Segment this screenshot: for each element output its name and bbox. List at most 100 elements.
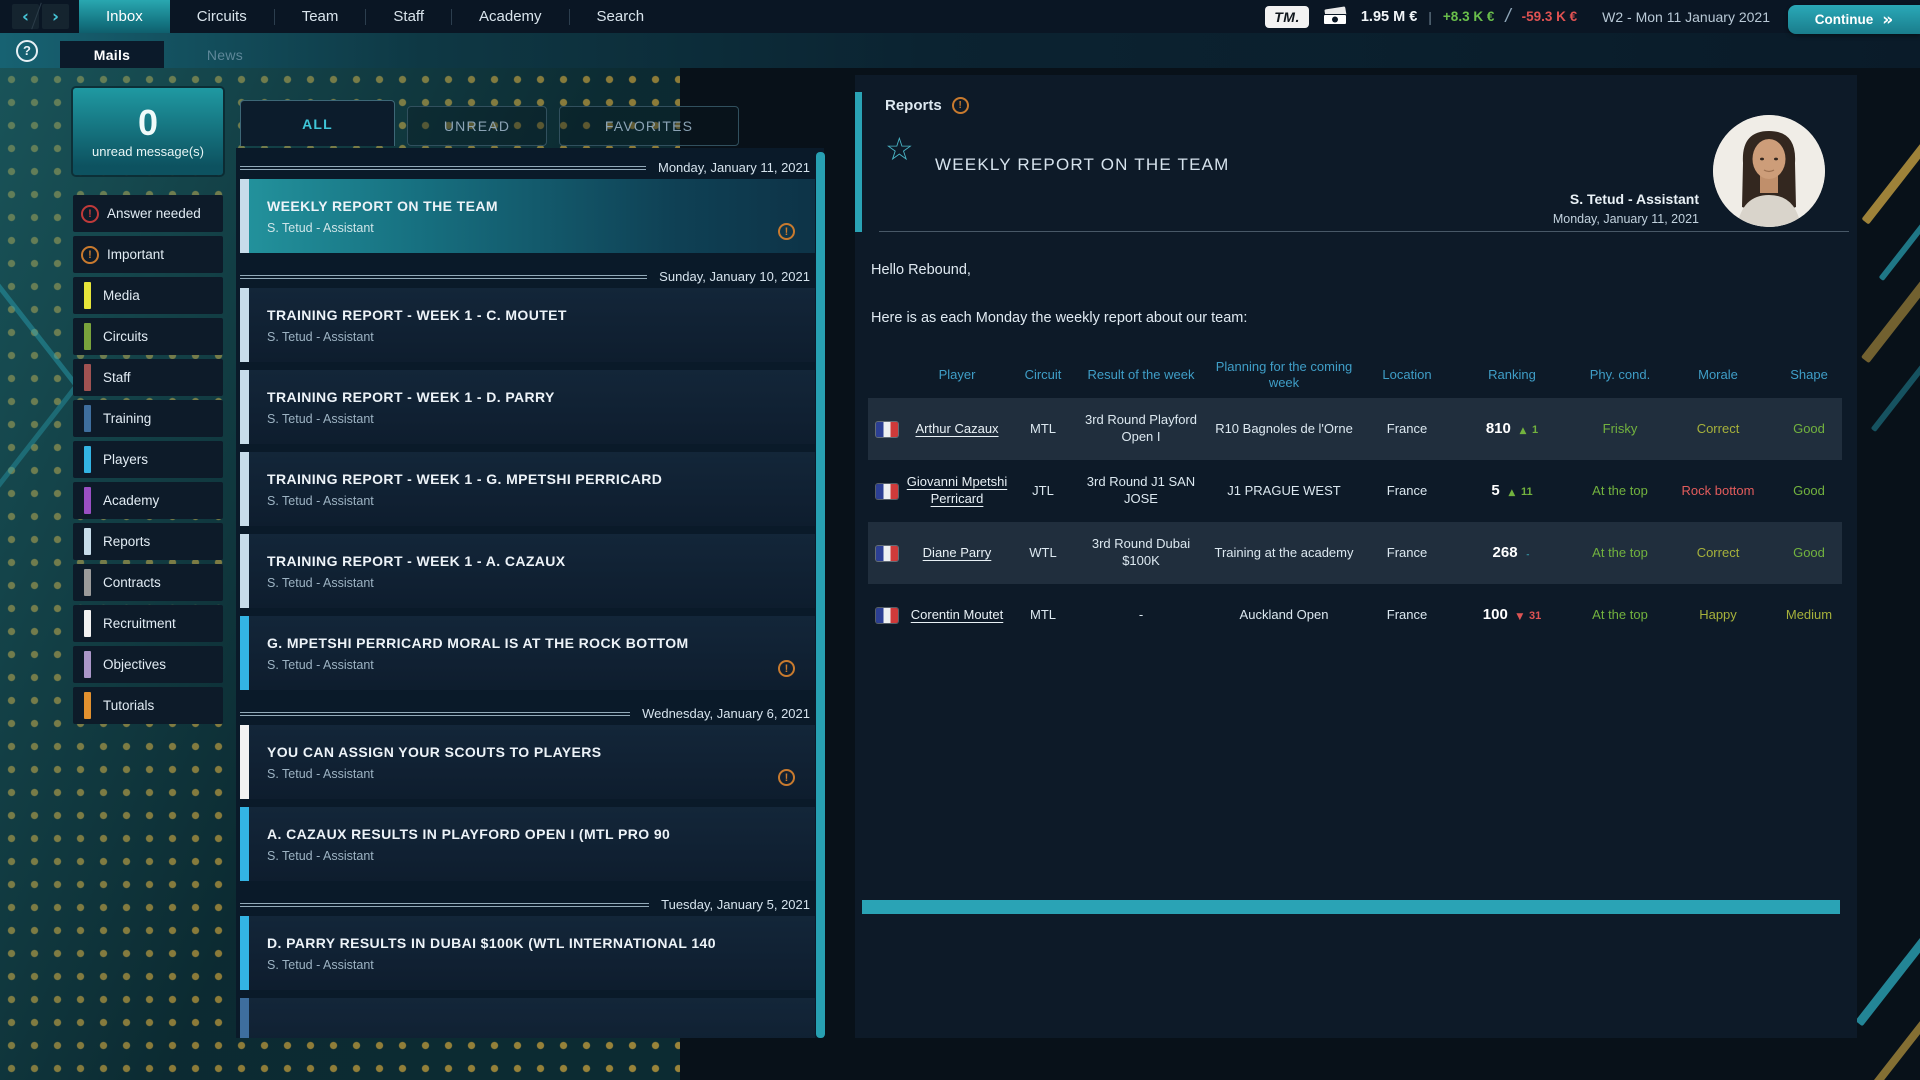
divider-date: Wednesday, January 6, 2021 bbox=[642, 706, 810, 721]
mail-title: TRAINING REPORT - WEEK 1 - D. PARRY bbox=[267, 389, 555, 405]
category-objectives[interactable]: Objectives bbox=[73, 646, 223, 683]
col-header-planning: Planning for the coming week bbox=[1208, 359, 1360, 392]
top-bar: ‹ › Inbox Circuits Team Staff Academy Se… bbox=[0, 0, 1920, 33]
tab-team[interactable]: Team bbox=[275, 0, 366, 33]
tab-academy[interactable]: Academy bbox=[452, 0, 569, 33]
tab-mails[interactable]: Mails bbox=[60, 41, 164, 68]
mail-body: D. PARRY RESULTS IN DUBAI $100K (WTL INT… bbox=[240, 935, 716, 972]
category-contracts[interactable]: Contracts bbox=[73, 564, 223, 601]
mail-item[interactable]: TRAINING REPORT - WEEK 1 - C. MOUTET S. … bbox=[240, 288, 815, 362]
category-label: Training bbox=[103, 411, 151, 426]
table-header-row: Player Circuit Result of the week Planni… bbox=[868, 352, 1842, 398]
player-link[interactable]: Giovanni Mpetshi Perricard bbox=[907, 474, 1007, 506]
tab-circuits[interactable]: Circuits bbox=[170, 0, 274, 33]
rank-change-icon: ▼ bbox=[1516, 612, 1523, 622]
tab-all[interactable]: ALL bbox=[240, 100, 395, 146]
mail-body: TRAINING REPORT - WEEK 1 - C. MOUTET S. … bbox=[240, 307, 567, 344]
player-link[interactable]: Arthur Cazaux bbox=[915, 421, 998, 436]
category-color-bar bbox=[84, 323, 91, 350]
mail-category-bar bbox=[240, 916, 249, 990]
mail-item[interactable]: WEEKLY REPORT ON THE TEAM S. Tetud - Ass… bbox=[240, 179, 815, 253]
help-icon[interactable]: ? bbox=[16, 40, 38, 62]
rank-change-icon: ▲ bbox=[1519, 426, 1526, 436]
category-color-bar bbox=[84, 282, 91, 309]
history-nav: ‹ › bbox=[0, 0, 79, 33]
category-circuits[interactable]: Circuits bbox=[73, 318, 223, 355]
rank-change-value: 1 bbox=[1532, 424, 1538, 436]
flag-cell bbox=[868, 416, 902, 443]
tab-unread[interactable]: UNREAD bbox=[407, 106, 547, 146]
mail-body: G. MPETSHI PERRICARD MORAL IS AT THE ROC… bbox=[240, 635, 689, 672]
mail-item[interactable]: TRAINING REPORT - WEEK 1 - G. MPETSHI PE… bbox=[240, 452, 815, 526]
category-players[interactable]: Players bbox=[73, 441, 223, 478]
game-date: W2 - Mon 11 January 2021 bbox=[1602, 9, 1770, 25]
table-row: Diane Parry WTL 3rd Round Dubai $100K Tr… bbox=[868, 522, 1842, 584]
col-header-location: Location bbox=[1360, 367, 1454, 383]
panel-accent-bar bbox=[855, 92, 862, 232]
mail-body: WEEKLY REPORT ON THE TEAM S. Tetud - Ass… bbox=[240, 198, 498, 235]
mail-body: YOU CAN ASSIGN YOUR SCOUTS TO PLAYERS S.… bbox=[240, 744, 602, 781]
planning-cell: R10 Bagnoles de l'Orne bbox=[1208, 415, 1360, 444]
category-tutorials[interactable]: Tutorials bbox=[73, 687, 223, 724]
player-link[interactable]: Diane Parry bbox=[923, 545, 992, 560]
category-staff[interactable]: Staff bbox=[73, 359, 223, 396]
circuit-cell: JTL bbox=[1012, 477, 1074, 506]
report-title: WEEKLY REPORT ON THE TEAM bbox=[935, 155, 1230, 175]
planning-cell: Training at the academy bbox=[1208, 539, 1360, 568]
result-cell: 3rd Round Playford Open I bbox=[1074, 406, 1208, 452]
alert-icon: ! bbox=[81, 246, 99, 264]
category-label: Objectives bbox=[103, 657, 166, 672]
mail-item[interactable]: A. CAZAUX RESULTS IN PLAYFORD OPEN I (MT… bbox=[240, 807, 815, 881]
mail-body: A. CAZAUX RESULTS IN PLAYFORD OPEN I (MT… bbox=[240, 826, 670, 863]
tab-search[interactable]: Search bbox=[570, 0, 672, 33]
category-label: Media bbox=[103, 288, 140, 303]
date-divider: Tuesday, January 5, 2021 bbox=[240, 897, 815, 912]
tab-news[interactable]: News bbox=[164, 41, 286, 68]
tab-favorites[interactable]: FAVORITES bbox=[559, 106, 739, 146]
favorite-star-icon[interactable]: ☆ bbox=[885, 133, 914, 165]
ranking-cell: 268 - bbox=[1454, 537, 1570, 569]
mail-item[interactable]: YOU CAN ASSIGN YOUR SCOUTS TO PLAYERS S.… bbox=[240, 725, 815, 799]
category-label: Staff bbox=[103, 370, 131, 385]
tab-staff[interactable]: Staff bbox=[366, 0, 451, 33]
mail-title: YOU CAN ASSIGN YOUR SCOUTS TO PLAYERS bbox=[267, 744, 602, 760]
mail-item[interactable] bbox=[240, 998, 815, 1038]
alert-icon: ! bbox=[952, 97, 969, 114]
mail-body: TRAINING REPORT - WEEK 1 - D. PARRY S. T… bbox=[240, 389, 555, 426]
category-academy[interactable]: Academy bbox=[73, 482, 223, 519]
mail-item[interactable]: D. PARRY RESULTS IN DUBAI $100K (WTL INT… bbox=[240, 916, 815, 990]
divider-line bbox=[240, 712, 630, 716]
category-training[interactable]: Training bbox=[73, 400, 223, 437]
category-reports[interactable]: Reports bbox=[73, 523, 223, 560]
divider-line bbox=[240, 275, 647, 279]
mail-category-list: ! Answer needed ! Important Media Circui… bbox=[73, 195, 223, 724]
phy-cond-cell: At the top bbox=[1570, 601, 1670, 630]
location-cell: France bbox=[1360, 539, 1454, 568]
morale-cell: Rock bottom bbox=[1670, 477, 1766, 506]
mail-item[interactable]: TRAINING REPORT - WEEK 1 - D. PARRY S. T… bbox=[240, 370, 815, 444]
mail-category-bar bbox=[240, 725, 249, 799]
france-flag-icon bbox=[876, 484, 898, 499]
category-important[interactable]: ! Important bbox=[73, 236, 223, 273]
mail-item[interactable]: TRAINING REPORT - WEEK 1 - A. CAZAUX S. … bbox=[240, 534, 815, 608]
category-media[interactable]: Media bbox=[73, 277, 223, 314]
report-panel: Reports ! ☆ WEEKLY REPORT ON THE TEAM bbox=[855, 75, 1857, 1038]
player-link[interactable]: Corentin Moutet bbox=[911, 607, 1004, 622]
double-chevron-icon: » bbox=[1882, 10, 1893, 30]
tab-inbox[interactable]: Inbox bbox=[79, 0, 170, 33]
planning-cell: J1 PRAGUE WEST bbox=[1208, 477, 1360, 506]
divider: / bbox=[1505, 6, 1510, 28]
divider-date: Sunday, January 10, 2021 bbox=[659, 269, 810, 284]
report-author: S. Tetud - Assistant bbox=[1553, 191, 1699, 207]
forward-button[interactable]: › bbox=[42, 4, 69, 29]
category-recruitment[interactable]: Recruitment bbox=[73, 605, 223, 642]
mail-item[interactable]: G. MPETSHI PERRICARD MORAL IS AT THE ROC… bbox=[240, 616, 815, 690]
mail-list-scrollbar[interactable] bbox=[816, 152, 825, 1038]
breadcrumb-label: Reports bbox=[885, 97, 942, 114]
ranking-value: 100 bbox=[1483, 606, 1508, 623]
category-color-bar bbox=[84, 610, 91, 637]
result-cell: - bbox=[1074, 601, 1208, 630]
mail-body: TRAINING REPORT - WEEK 1 - A. CAZAUX S. … bbox=[240, 553, 566, 590]
category-answer-needed[interactable]: ! Answer needed bbox=[73, 195, 223, 232]
continue-button[interactable]: Continue » bbox=[1788, 5, 1920, 34]
